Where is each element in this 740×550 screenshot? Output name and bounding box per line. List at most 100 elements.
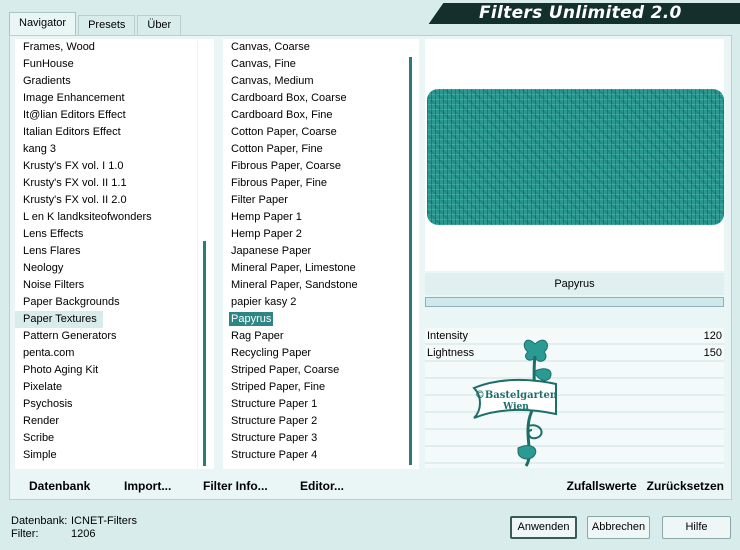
category-item[interactable]: FunHouse bbox=[15, 56, 197, 73]
app-title: Filters Unlimited 2.0 bbox=[479, 3, 682, 23]
filter-item[interactable]: Mineral Paper, Limestone bbox=[223, 260, 418, 277]
category-item[interactable]: Simple bbox=[15, 447, 197, 464]
category-item[interactable]: Lens Flares bbox=[15, 243, 197, 260]
category-item[interactable]: penta.com bbox=[15, 345, 197, 362]
filter-item[interactable]: Structure Paper 1 bbox=[223, 396, 418, 413]
filter-item[interactable]: Canvas, Coarse bbox=[223, 39, 418, 56]
filter-item-label: Mineral Paper, Limestone bbox=[231, 262, 356, 274]
watermark-stamp: ©Bastelgarten Wien bbox=[472, 339, 558, 467]
filter-scrollbar[interactable] bbox=[403, 39, 419, 469]
category-item[interactable]: Image Enhancement bbox=[15, 90, 197, 107]
filter-item[interactable]: Japanese Paper bbox=[223, 243, 418, 260]
filter-item[interactable]: papier kasy 2 bbox=[223, 294, 418, 311]
filter-item[interactable]: Cardboard Box, Coarse bbox=[223, 90, 418, 107]
filter-item[interactable]: Mineral Paper, Sandstone bbox=[223, 277, 418, 294]
category-item-label: Render bbox=[23, 415, 60, 427]
filter-item-label: Fibrous Paper, Coarse bbox=[231, 160, 342, 172]
category-item[interactable]: Scribe bbox=[15, 430, 197, 447]
category-item[interactable]: Krusty's FX vol. II 2.0 bbox=[15, 192, 197, 209]
category-item[interactable]: Pixelate bbox=[15, 379, 197, 396]
category-item[interactable]: Krusty's FX vol. I 1.0 bbox=[15, 158, 197, 175]
filter-item-label: Hemp Paper 1 bbox=[231, 211, 302, 223]
category-item[interactable]: Lens Effects bbox=[15, 226, 197, 243]
filter-list[interactable]: Canvas, Coarse Canvas, Fine Canvas, Medium… bbox=[223, 39, 418, 469]
filter-item-label: Hemp Paper 2 bbox=[231, 228, 302, 240]
filter-item[interactable]: Rag Paper bbox=[223, 328, 418, 345]
category-scrollbar-thumb[interactable] bbox=[203, 241, 206, 466]
category-item[interactable]: Paper Textures bbox=[15, 311, 103, 328]
category-scrollbar[interactable] bbox=[198, 39, 214, 469]
category-item[interactable]: Krusty's FX vol. II 1.1 bbox=[15, 175, 197, 192]
category-item[interactable]: It@lian Editors Effect bbox=[15, 107, 197, 124]
category-item-label: Photo Aging Kit bbox=[23, 364, 99, 376]
param-label: Intensity bbox=[427, 330, 468, 342]
filter-item[interactable]: Hemp Paper 2 bbox=[223, 226, 418, 243]
filter-item[interactable]: Cardboard Box, Fine bbox=[223, 107, 418, 124]
filter-item-label: Cotton Paper, Fine bbox=[231, 143, 323, 155]
random-values-button[interactable]: Zufallswerte bbox=[567, 479, 637, 493]
filter-item-label: Striped Paper, Coarse bbox=[231, 364, 340, 376]
filter-scrollbar-thumb[interactable] bbox=[409, 57, 412, 465]
category-item-label: Krusty's FX vol. II 2.0 bbox=[23, 194, 127, 206]
category-item[interactable]: Frames, Wood bbox=[15, 39, 197, 56]
category-item-label: Pattern Generators bbox=[23, 330, 117, 342]
filter-item[interactable]: Structure Paper 3 bbox=[223, 430, 418, 447]
filter-item-label: Cardboard Box, Coarse bbox=[231, 92, 347, 104]
category-item-label: Krusty's FX vol. II 1.1 bbox=[23, 177, 127, 189]
tab-uber[interactable]: Über bbox=[137, 15, 182, 36]
filter-item[interactable]: Filter Paper bbox=[223, 192, 418, 209]
tab-presets[interactable]: Presets bbox=[78, 15, 136, 36]
category-item-label: Lens Effects bbox=[23, 228, 84, 240]
category-item[interactable]: kang 3 bbox=[15, 141, 197, 158]
filter-item-label: Striped Paper, Fine bbox=[231, 381, 326, 393]
category-item[interactable]: Photo Aging Kit bbox=[15, 362, 197, 379]
filter-info-button[interactable]: Filter Info... bbox=[203, 479, 268, 493]
category-item[interactable]: L en K landksiteofwonders bbox=[15, 209, 197, 226]
tab-navigator[interactable]: Navigator bbox=[9, 12, 77, 36]
category-list[interactable]: Frames, Wood FunHouse Gradients Image Enhan… bbox=[15, 39, 197, 469]
category-item[interactable]: Italian Editors Effect bbox=[15, 124, 197, 141]
category-item[interactable]: Pattern Generators bbox=[15, 328, 197, 345]
filter-item[interactable]: Recycling Paper bbox=[223, 345, 418, 362]
filter-item-label: Recycling Paper bbox=[231, 347, 312, 359]
filter-item[interactable]: Structure Paper 2 bbox=[223, 413, 418, 430]
category-item-label: Pixelate bbox=[23, 381, 63, 393]
filter-item-label: Structure Paper 4 bbox=[231, 449, 318, 461]
filter-item[interactable]: Hemp Paper 1 bbox=[223, 209, 418, 226]
filter-item[interactable]: Canvas, Medium bbox=[223, 73, 418, 90]
filter-item[interactable]: Structure Paper 4 bbox=[223, 447, 418, 464]
category-item-label: kang 3 bbox=[23, 143, 57, 155]
import-button[interactable]: Import... bbox=[124, 479, 171, 493]
category-item-label: Frames, Wood bbox=[23, 41, 95, 53]
reset-button[interactable]: Zurücksetzen bbox=[647, 479, 724, 493]
category-item[interactable]: Paper Backgrounds bbox=[15, 294, 197, 311]
filter-item[interactable]: Papyrus bbox=[223, 311, 418, 328]
category-item-label: FunHouse bbox=[23, 58, 74, 70]
category-item-label: Scribe bbox=[23, 432, 55, 444]
help-button[interactable]: Hilfe bbox=[662, 516, 731, 539]
filter-item[interactable]: Cotton Paper, Fine bbox=[223, 141, 418, 158]
category-item[interactable]: Noise Filters bbox=[15, 277, 197, 294]
datenbank-button[interactable]: Datenbank bbox=[29, 479, 90, 493]
filter-item[interactable]: Striped Paper, Coarse bbox=[223, 362, 418, 379]
filter-item[interactable]: Fibrous Paper, Fine bbox=[223, 175, 418, 192]
watermark-text-1: ©Bastelgarten bbox=[475, 390, 558, 401]
filter-count-value: 1206 bbox=[71, 528, 96, 540]
cancel-button[interactable]: Abbrechen bbox=[587, 516, 650, 539]
category-item-label: Image Enhancement bbox=[23, 92, 125, 104]
filter-item[interactable]: Canvas, Fine bbox=[223, 56, 418, 73]
apply-button[interactable]: Anwenden bbox=[510, 516, 577, 539]
category-item[interactable]: Render bbox=[15, 413, 197, 430]
editor-button[interactable]: Editor... bbox=[300, 479, 344, 493]
filter-item[interactable]: Fibrous Paper, Coarse bbox=[223, 158, 418, 175]
filter-item[interactable]: Cotton Paper, Coarse bbox=[223, 124, 418, 141]
param-value: 120 bbox=[703, 330, 722, 342]
filter-item-label: Structure Paper 1 bbox=[231, 398, 318, 410]
progress-bar bbox=[425, 297, 724, 307]
category-item[interactable]: Gradients bbox=[15, 73, 197, 90]
category-item[interactable]: Psychosis bbox=[15, 396, 197, 413]
filter-item-label: Rag Paper bbox=[231, 330, 284, 342]
filter-item[interactable]: Striped Paper, Fine bbox=[223, 379, 418, 396]
category-item[interactable]: Neology bbox=[15, 260, 197, 277]
preview-toolbar: Zufallswerte Zurücksetzen bbox=[425, 472, 724, 499]
